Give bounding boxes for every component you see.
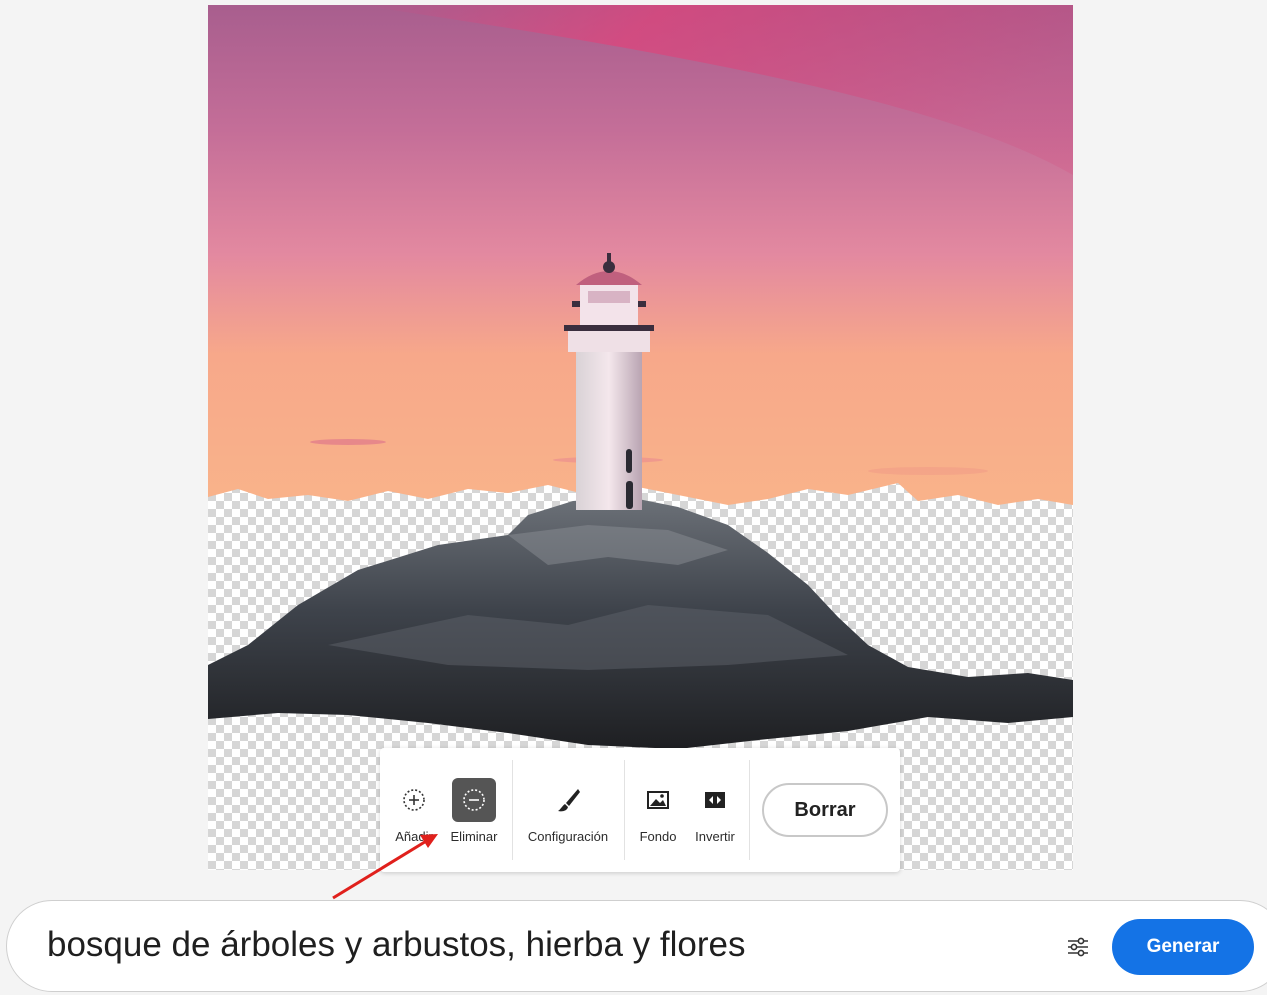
- lighthouse-image: [208, 5, 1073, 749]
- remove-tool-label: Eliminar: [450, 829, 498, 844]
- settings-tool-label: Configuración: [527, 829, 609, 844]
- prompt-bar: bosque de árboles y arbustos, hierba y f…: [6, 900, 1267, 992]
- background-tool-label: Fondo: [639, 829, 677, 844]
- invert-tool-label: Invertir: [695, 829, 735, 844]
- clear-button[interactable]: Borrar: [762, 783, 888, 837]
- generate-button[interactable]: Generar: [1112, 919, 1254, 975]
- subtract-selection-icon[interactable]: [452, 778, 496, 822]
- invert-icon[interactable]: [693, 778, 737, 822]
- image-canvas[interactable]: [208, 5, 1073, 870]
- divider: [624, 760, 625, 860]
- selection-toolbar: Añadir Eliminar Configuración Fondo Inve…: [380, 748, 900, 872]
- divider: [512, 760, 513, 860]
- brush-icon[interactable]: [546, 778, 590, 822]
- prompt-input[interactable]: bosque de árboles y arbustos, hierba y f…: [47, 925, 745, 965]
- sliders-icon[interactable]: [1065, 934, 1091, 960]
- add-selection-icon[interactable]: [392, 778, 436, 822]
- image-icon[interactable]: [636, 778, 680, 822]
- add-tool-label: Añadir: [395, 829, 433, 844]
- divider: [749, 760, 750, 860]
